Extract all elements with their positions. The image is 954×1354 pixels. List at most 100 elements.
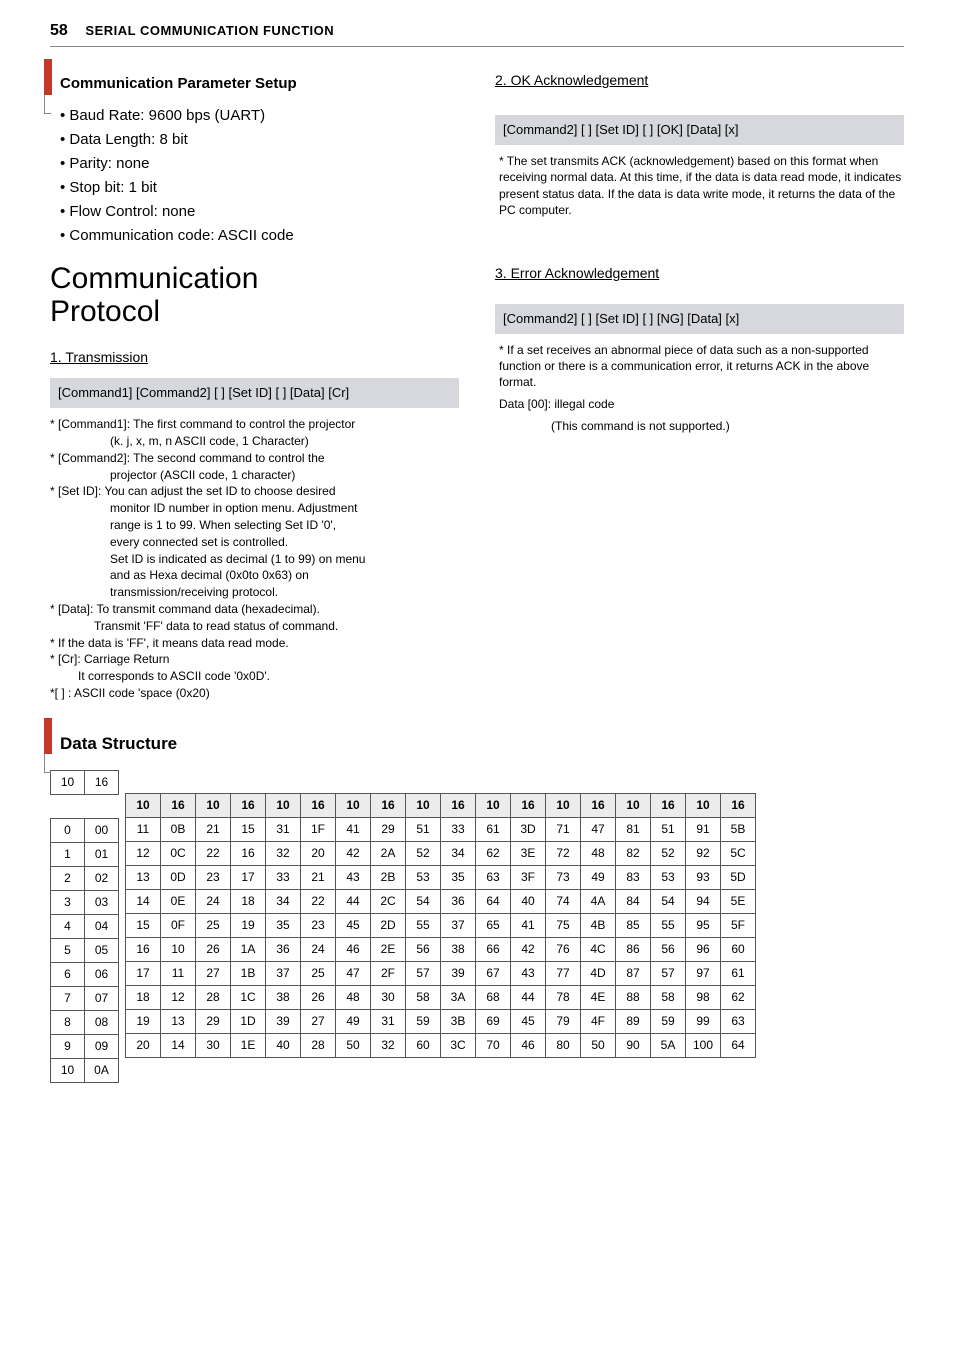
header-cell: 10 [406, 794, 441, 818]
data-structure-heading: Data Structure [50, 732, 904, 756]
cell: 71 [546, 818, 581, 842]
table-row: 4830 [336, 986, 406, 1010]
cell: 56 [651, 938, 686, 962]
cell: 44 [511, 986, 546, 1010]
table-row: 707 [51, 986, 119, 1010]
cell: 1 [51, 842, 85, 866]
table-row: 633F [476, 866, 546, 890]
cell: 58 [406, 986, 441, 1010]
table-row: 8555 [616, 914, 686, 938]
cell: 57 [651, 962, 686, 986]
cell: 70 [476, 1034, 511, 1058]
cell: 39 [441, 962, 476, 986]
cell: 76 [546, 938, 581, 962]
cell: 22 [196, 842, 231, 866]
cell: 27 [196, 962, 231, 986]
cell: 61 [721, 962, 756, 986]
table-row: 000 [51, 818, 119, 842]
cell: 16 [126, 938, 161, 962]
cell: 3E [511, 842, 546, 866]
cell: 0A [85, 1058, 119, 1082]
right-column: 2. OK Acknowledgement [Command2] [ ] [Se… [495, 65, 904, 701]
cell: 90 [616, 1034, 651, 1058]
header-cell: 16 [231, 794, 266, 818]
cell: 3A [441, 986, 476, 1010]
cell: 4E [581, 986, 616, 1010]
header-cell: 10 [266, 794, 301, 818]
protocol-heading-line1: Communication [50, 262, 258, 295]
cell: 53 [651, 866, 686, 890]
cell: 65 [476, 914, 511, 938]
header-cell: 16 [441, 794, 476, 818]
table-row: 303 [51, 890, 119, 914]
cell: 15 [231, 818, 266, 842]
table-row: 8858 [616, 986, 686, 1010]
cell: 40 [266, 1034, 301, 1058]
cell: 75 [546, 914, 581, 938]
cell: 74 [546, 890, 581, 914]
cell: 15 [126, 914, 161, 938]
cell: 93 [686, 866, 721, 890]
cell: 14 [126, 890, 161, 914]
transmission-command-box: [Command1] [Command2] [ ] [Set ID] [ ] [… [50, 378, 459, 408]
cell: 32 [266, 842, 301, 866]
cell: 0 [51, 818, 85, 842]
table-row: 422A [336, 842, 406, 866]
cell: 47 [581, 818, 616, 842]
table-row: 1812 [126, 986, 196, 1010]
cell: 05 [85, 938, 119, 962]
cell: 5 [51, 938, 85, 962]
table-row: 2014 [126, 1034, 196, 1058]
table-row: 1016 [476, 794, 546, 818]
table-row: 2418 [196, 890, 266, 914]
table-row: 432B [336, 866, 406, 890]
table-row: 8252 [616, 842, 686, 866]
cell: 50 [581, 1034, 616, 1058]
header-cell: 10 [336, 794, 371, 818]
table-row: 7349 [546, 866, 616, 890]
cell: 08 [85, 1010, 119, 1034]
cell: 53 [406, 866, 441, 890]
cell: 0C [161, 842, 196, 866]
cell: 100 [686, 1034, 721, 1058]
cell: 1A [231, 938, 266, 962]
cell: 43 [511, 962, 546, 986]
cell: 28 [301, 1034, 336, 1058]
table-row: 2519 [196, 914, 266, 938]
cell: 17 [231, 866, 266, 890]
cell: 0E [161, 890, 196, 914]
cell: 25 [301, 962, 336, 986]
table-row: 7248 [546, 842, 616, 866]
cell: 94 [686, 890, 721, 914]
cell: 38 [266, 986, 301, 1010]
table-row: 10 16 [51, 770, 119, 794]
content-columns: Communication Parameter Setup Baud Rate:… [50, 65, 904, 701]
cell: 60 [406, 1034, 441, 1058]
cell: 23 [301, 914, 336, 938]
table-row: 301E [196, 1034, 266, 1058]
cell: 12 [126, 842, 161, 866]
cell: 62 [476, 842, 511, 866]
cell: 69 [476, 1010, 511, 1034]
cell: 11 [126, 818, 161, 842]
table-row: 3725 [266, 962, 336, 986]
cell: 54 [651, 890, 686, 914]
cell: 2C [371, 890, 406, 914]
header-cell: 10 [126, 794, 161, 818]
table-row: 1610 [126, 938, 196, 962]
bullet-item: Stop bit: 1 bit [60, 176, 459, 200]
cell: 57 [406, 962, 441, 986]
table-row: 7147 [546, 818, 616, 842]
cell: 85 [616, 914, 651, 938]
cell: 5E [721, 890, 756, 914]
cell: 66 [476, 938, 511, 962]
cell: 00 [85, 818, 119, 842]
table-row: 1016 [406, 794, 476, 818]
cell: 5C [721, 842, 756, 866]
cell: 50 [336, 1034, 371, 1058]
table-row: 5335 [406, 866, 476, 890]
cell: 38 [441, 938, 476, 962]
table-row: 3321 [266, 866, 336, 890]
cell: 56 [406, 938, 441, 962]
table-row: 935D [686, 866, 756, 890]
